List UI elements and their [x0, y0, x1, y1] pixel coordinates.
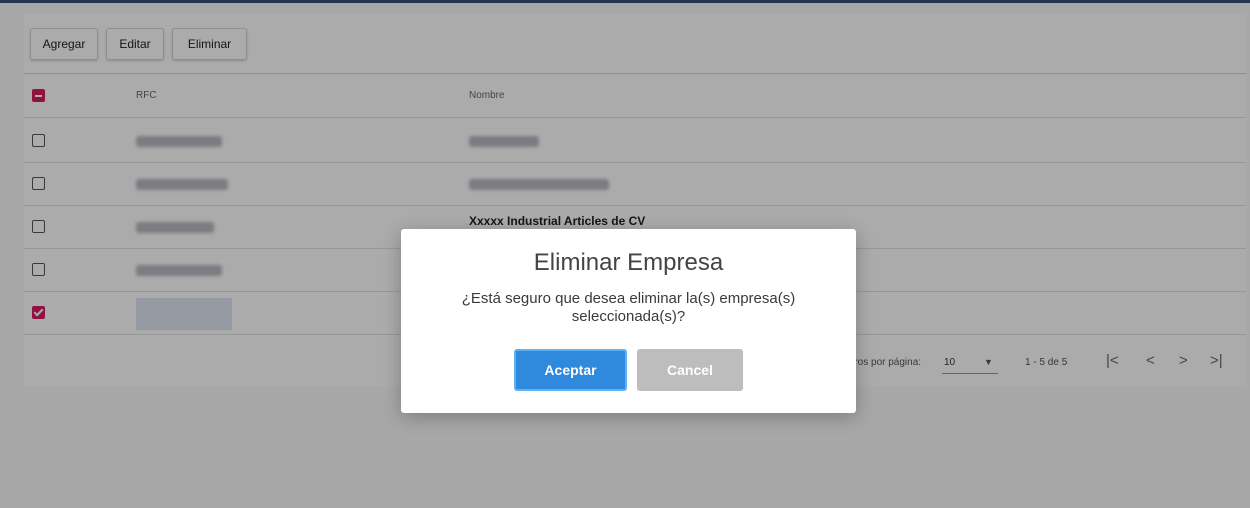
accept-button[interactable]: Aceptar: [514, 349, 627, 391]
dialog-message: ¿Está seguro que desea eliminar la(s) em…: [461, 290, 796, 325]
delete-confirmation-dialog: Eliminar Empresa ¿Está seguro que desea …: [401, 229, 856, 413]
cancel-button[interactable]: Cancel: [637, 349, 743, 391]
dialog-title: Eliminar Empresa: [533, 249, 724, 276]
